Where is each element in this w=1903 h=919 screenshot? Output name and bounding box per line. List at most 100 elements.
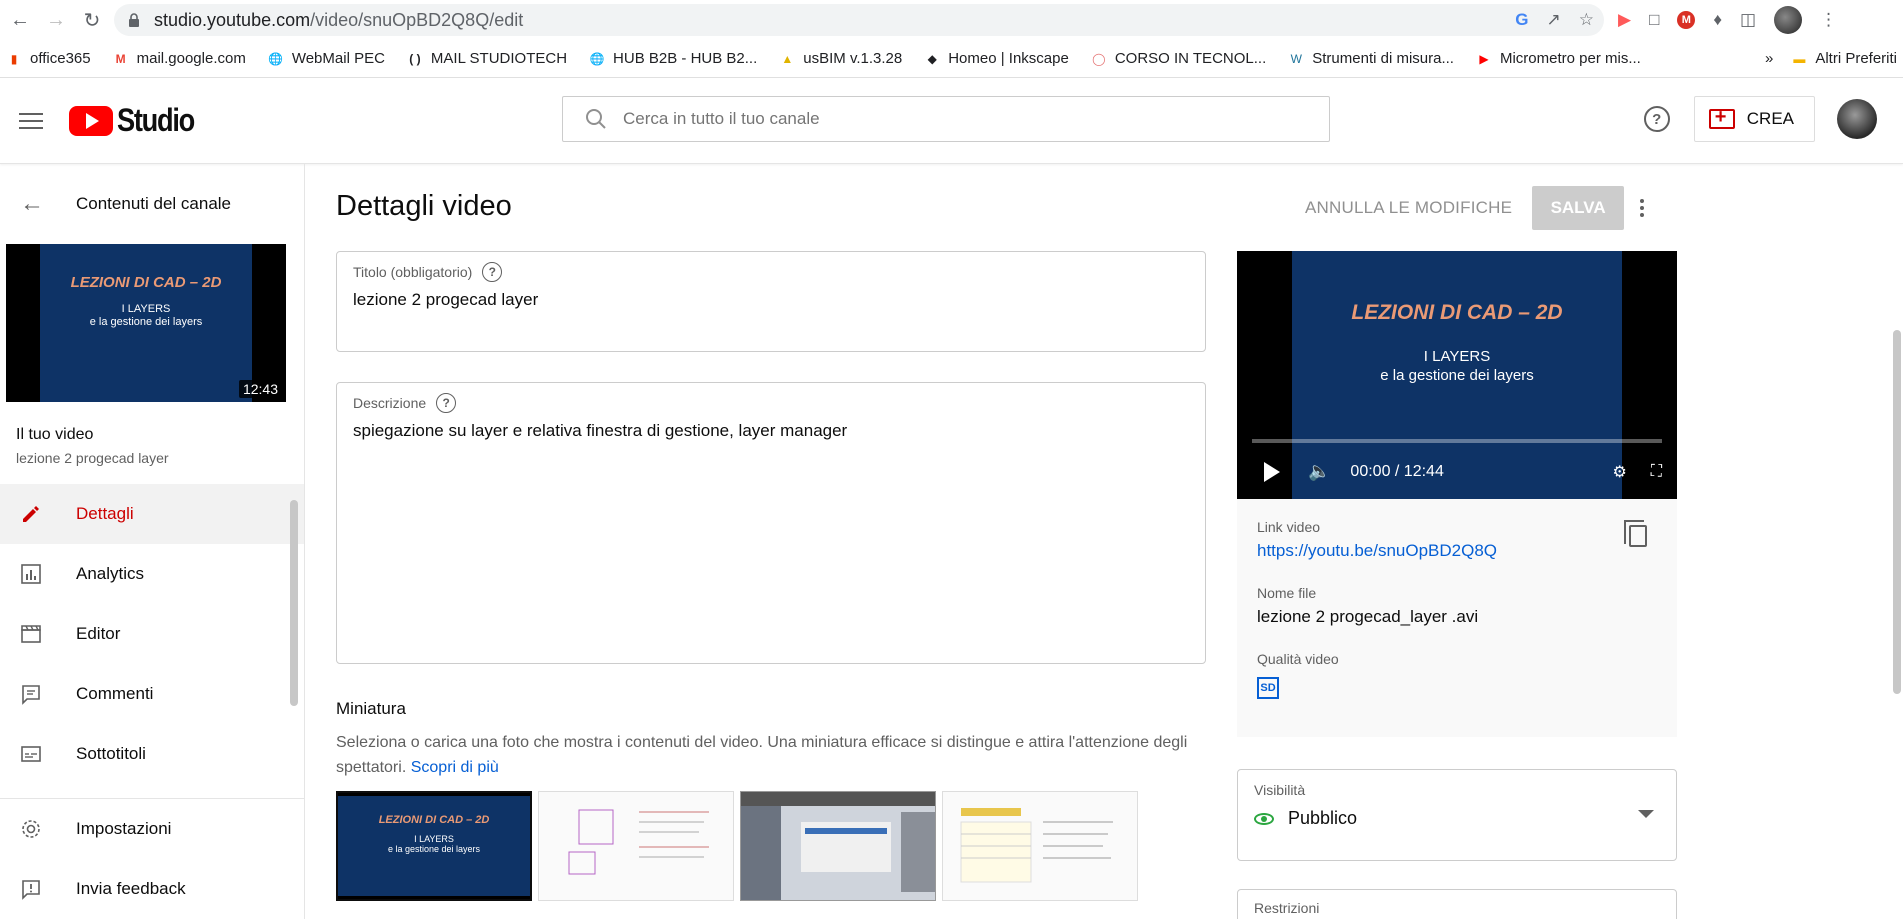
save-button[interactable]: SALVA: [1532, 186, 1625, 230]
sidebar-scrollbar[interactable]: [290, 500, 298, 706]
thumbnail-option-selected[interactable]: LEZIONI DI CAD – 2D I LAYERS e la gestion…: [336, 791, 532, 901]
quality-label: Qualità video: [1257, 651, 1339, 667]
channel-search[interactable]: [562, 96, 1330, 142]
folder-icon: ▬: [1793, 51, 1806, 66]
gmail-icon: M: [115, 51, 126, 66]
bookmark-label: CORSO IN TECNOL...: [1114, 50, 1267, 67]
title-input[interactable]: lezione 2 progecad layer: [353, 290, 1189, 310]
bookmark-gmail[interactable]: Mmail.google.com: [113, 50, 246, 67]
description-input[interactable]: spiegazione su layer e relativa finestra…: [353, 421, 1189, 441]
browser-menu-icon[interactable]: ⋮: [1820, 10, 1837, 30]
address-bar[interactable]: studio.youtube.com/video/snuOpBD2Q8Q/edi…: [114, 4, 1604, 36]
other-bookmarks[interactable]: ▬ Altri Preferiti: [1791, 50, 1897, 67]
bookmark-inkscape[interactable]: ◆ Homeo | Inkscape: [924, 50, 1069, 67]
video-player[interactable]: LEZIONI DI CAD – 2D I LAYERS e la gestion…: [1237, 251, 1677, 499]
share-icon[interactable]: ↗: [1547, 10, 1561, 30]
bookmark-webmail-pec[interactable]: 🌐 WebMail PEC: [268, 50, 385, 67]
bookmark-label: MAIL STUDIOTECH: [430, 50, 568, 67]
settings-gear-icon[interactable]: ⚙: [1612, 462, 1626, 482]
thumbnail-option-2[interactable]: [538, 791, 734, 901]
bookmark-office365[interactable]: ▮ office365: [6, 50, 91, 67]
forward-icon[interactable]: →: [42, 6, 70, 34]
undo-changes-button[interactable]: ANNULLA LE MODIFICHE: [1305, 198, 1512, 218]
filename-value: lezione 2 progecad_layer .avi: [1257, 607, 1479, 626]
thumbnail-option-subtitle-1: I LAYERS: [414, 834, 454, 844]
extension-page-icon[interactable]: □: [1649, 10, 1659, 30]
sidebar-item-editor[interactable]: Editor: [0, 604, 304, 664]
bookmark-label: Micrometro per mis...: [1499, 50, 1641, 67]
chevron-down-icon: [1638, 810, 1654, 818]
volume-icon[interactable]: 🔈: [1308, 461, 1330, 482]
learn-more-link[interactable]: Scopri di più: [411, 759, 499, 776]
bookmark-mail-studiotech[interactable]: ( ) MAIL STUDIOTECH: [407, 50, 567, 67]
sidebar-item-commenti[interactable]: Commenti: [0, 664, 304, 724]
bookmarks-overflow[interactable]: »: [1765, 50, 1773, 67]
thumbnail-option-4[interactable]: [942, 791, 1138, 901]
thumbnail-option-subtitle-2: e la gestione dei layers: [387, 844, 481, 854]
link-label: Link video: [1257, 519, 1321, 535]
more-options-icon[interactable]: [1640, 199, 1645, 217]
puzzle-icon[interactable]: ♦: [1713, 10, 1722, 30]
comment-icon: [18, 681, 44, 707]
visibility-dropdown[interactable]: Visibilità Pubblico: [1237, 769, 1677, 861]
bookmark-micrometro[interactable]: ▶ Micrometro per mis...: [1476, 50, 1641, 67]
wordpress-icon: W: [1290, 51, 1302, 66]
create-button-label: CREA: [1746, 109, 1794, 128]
fullscreen-icon[interactable]: ⛶: [1651, 463, 1662, 481]
bookmark-strumenti[interactable]: W Strumenti di misura...: [1288, 50, 1454, 67]
visibility-value: Pubblico: [1288, 808, 1358, 828]
your-video-title: lezione 2 progecad layer: [16, 450, 169, 466]
create-video-icon: [1708, 106, 1735, 129]
thumbnail-screenshot-icon: [741, 792, 935, 900]
bookmark-label: office365: [30, 50, 91, 67]
thumbnail-options: LEZIONI DI CAD – 2D I LAYERS e la gestion…: [336, 791, 1138, 901]
youtube-icon: ▶: [1479, 51, 1489, 66]
extension-video-icon[interactable]: ▶: [1618, 10, 1631, 30]
extension-m-icon[interactable]: M: [1677, 11, 1696, 29]
browser-profile-avatar[interactable]: [1774, 6, 1803, 34]
hamburger-menu-icon[interactable]: [19, 112, 43, 129]
help-icon[interactable]: ?: [436, 393, 457, 413]
description-field[interactable]: Descrizione? spiegazione su layer e rela…: [336, 382, 1206, 664]
sidebar-item-impostazioni[interactable]: Impostazioni: [0, 799, 304, 859]
title-field[interactable]: Titolo (obbligatorio)? lezione 2 progeca…: [336, 251, 1206, 352]
sidebar-item-feedback[interactable]: Invia feedback: [0, 859, 304, 919]
bookmarks-bar: ▮ office365 Mmail.google.com 🌐 WebMail PEC…: [0, 40, 1903, 78]
reload-icon[interactable]: ↻: [78, 6, 106, 34]
thumbnail-subtitle-1: I LAYERS: [121, 303, 171, 315]
play-icon[interactable]: [1264, 461, 1280, 482]
eye-icon: [1254, 812, 1274, 825]
back-to-content[interactable]: ← Contenuti del canale: [0, 164, 304, 244]
parentheses-icon: ( ): [409, 51, 421, 66]
sidebar-item-analytics[interactable]: Analytics: [0, 544, 304, 604]
bookmark-label: HUB B2B - HUB B2...: [613, 50, 758, 67]
player-progress-bar[interactable]: [1252, 439, 1662, 443]
bookmark-hub-b2b[interactable]: 🌐 HUB B2B - HUB B2...: [589, 50, 758, 67]
bookmark-usbim[interactable]: ▲ usBIM v.1.3.28: [779, 50, 902, 67]
help-icon[interactable]: ?: [1643, 106, 1670, 132]
back-icon[interactable]: ←: [6, 6, 34, 34]
thumbnail-option-3[interactable]: [740, 791, 936, 901]
side-panel-icon[interactable]: ◫: [1740, 10, 1756, 30]
account-avatar[interactable]: [1837, 99, 1877, 139]
copy-icon[interactable]: [1624, 520, 1647, 547]
bookmark-corso[interactable]: ◯ CORSO IN TECNOL...: [1091, 50, 1266, 67]
video-info-box: Link video https://youtu.be/snuOpBD2Q8Q …: [1237, 499, 1677, 737]
sidebar-item-dettagli[interactable]: Dettagli: [0, 484, 304, 544]
studio-header: Studio ? CREA: [0, 78, 1903, 164]
studio-logo-text: Studio: [117, 102, 195, 138]
help-icon[interactable]: ?: [482, 262, 503, 282]
google-icon[interactable]: G: [1515, 10, 1528, 30]
studio-logo[interactable]: Studio: [69, 102, 208, 139]
back-arrow-icon[interactable]: ←: [20, 190, 56, 218]
page-scrollbar[interactable]: [1893, 330, 1901, 694]
warning-triangle-icon: ▲: [781, 51, 794, 66]
sidebar-item-sottotitoli[interactable]: Sottotitoli: [0, 724, 304, 784]
duration-badge: 12:43: [238, 380, 282, 398]
video-link[interactable]: https://youtu.be/snuOpBD2Q8Q: [1257, 541, 1657, 561]
search-input[interactable]: [623, 109, 1223, 129]
star-icon[interactable]: ☆: [1579, 10, 1594, 30]
create-button[interactable]: CREA: [1693, 96, 1815, 142]
player-subtitle-2: e la gestione dei layers: [1380, 367, 1534, 384]
video-thumbnail[interactable]: LEZIONI DI CAD – 2D I LAYERS e la gestion…: [6, 244, 286, 402]
